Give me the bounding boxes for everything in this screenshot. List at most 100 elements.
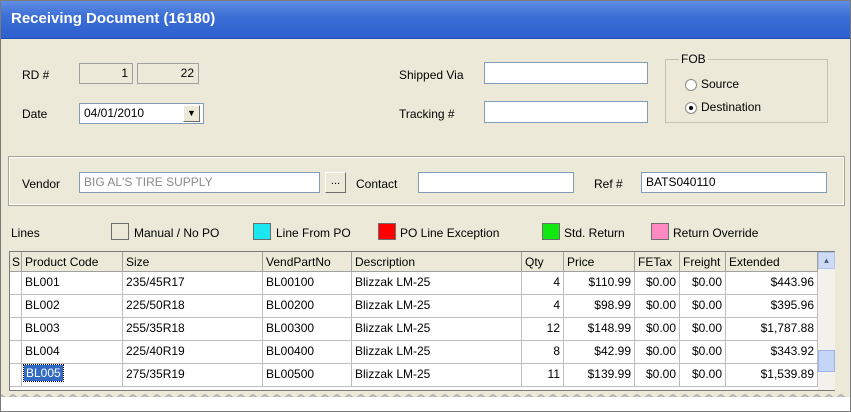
lines-label: Lines xyxy=(11,226,40,240)
col-header-description[interactable]: Description xyxy=(352,252,522,272)
legend-label-manual: Manual / No PO xyxy=(134,226,220,240)
cell-freight[interactable]: $0.00 xyxy=(680,364,726,387)
cell-price[interactable]: $98.99 xyxy=(564,295,635,318)
cell-size[interactable]: 225/40R19 xyxy=(123,341,263,364)
cell-qty[interactable]: 4 xyxy=(522,295,564,318)
cell-freight[interactable]: $0.00 xyxy=(680,318,726,341)
legend-swatch-line-from-po xyxy=(253,223,271,240)
destination-radio[interactable] xyxy=(685,102,697,114)
cell-extended[interactable]: $1,787.88 xyxy=(726,318,818,341)
destination-label: Destination xyxy=(701,100,762,114)
cell-price[interactable]: $139.99 xyxy=(564,364,635,387)
cell-description[interactable]: Blizzak LM-25 xyxy=(352,295,522,318)
cell-qty[interactable]: 12 xyxy=(522,318,564,341)
cell-freight[interactable]: $0.00 xyxy=(680,341,726,364)
cell-vendpartno[interactable]: BL00100 xyxy=(263,272,352,295)
cell-s[interactable] xyxy=(10,272,22,295)
scroll-up-arrow-icon[interactable]: ▲ xyxy=(818,252,835,269)
rd-number-field: 1 xyxy=(79,63,133,84)
source-label: Source xyxy=(701,77,740,91)
legend-swatch-manual xyxy=(111,223,129,240)
vertical-scrollbar[interactable]: ▲ xyxy=(818,252,835,390)
cell-fetax[interactable]: $0.00 xyxy=(635,364,680,387)
cell-fetax[interactable]: $0.00 xyxy=(635,341,680,364)
tracking-field[interactable] xyxy=(484,101,648,123)
window-title: Receiving Document (16180) xyxy=(11,10,216,27)
col-header-s[interactable]: S xyxy=(10,252,22,272)
shipped-via-field[interactable] xyxy=(484,62,648,84)
cell-size[interactable]: 255/35R18 xyxy=(123,318,263,341)
col-header-size[interactable]: Size xyxy=(123,252,263,272)
vendor-field[interactable]: BIG AL'S TIRE SUPPLY xyxy=(79,172,320,193)
col-header-fetax[interactable]: FETax xyxy=(635,252,680,272)
legend-swatch-std-return xyxy=(542,223,560,240)
date-label: Date xyxy=(22,107,48,121)
cell-extended[interactable]: $443.96 xyxy=(726,272,818,295)
cell-s[interactable] xyxy=(10,318,22,341)
cell-size[interactable]: 275/35R19 xyxy=(123,364,263,387)
legend-swatch-return-override xyxy=(651,223,669,240)
ref-label: Ref # xyxy=(594,177,623,191)
cell-product-code[interactable]: BL001 xyxy=(22,272,123,295)
cell-product-code[interactable]: BL003 xyxy=(22,318,123,341)
cell-product-code[interactable]: BL005 xyxy=(22,364,123,387)
col-header-extended[interactable]: Extended xyxy=(726,252,818,272)
cell-product-code[interactable]: BL002 xyxy=(22,295,123,318)
cell-product-code[interactable]: BL004 xyxy=(22,341,123,364)
fob-label: FOB xyxy=(679,52,708,66)
col-header-vendpartno[interactable]: VendPartNo xyxy=(263,252,352,272)
tracking-label: Tracking # xyxy=(399,107,455,121)
chevron-down-icon[interactable]: ▼ xyxy=(183,105,200,122)
page-bottom xyxy=(1,397,850,411)
cell-description[interactable]: Blizzak LM-25 xyxy=(352,364,522,387)
scroll-thumb[interactable] xyxy=(818,350,835,372)
cell-price[interactable]: $148.99 xyxy=(564,318,635,341)
cell-extended[interactable]: $343.92 xyxy=(726,341,818,364)
cell-fetax[interactable]: $0.00 xyxy=(635,295,680,318)
vendor-browse-button[interactable]: ... xyxy=(325,172,346,193)
cell-vendpartno[interactable]: BL00200 xyxy=(263,295,352,318)
legend-label-return-override: Return Override xyxy=(673,226,759,240)
cell-size[interactable]: 235/45R17 xyxy=(123,272,263,295)
cell-description[interactable]: Blizzak LM-25 xyxy=(352,272,522,295)
cell-freight[interactable]: $0.00 xyxy=(680,295,726,318)
cell-freight[interactable]: $0.00 xyxy=(680,272,726,295)
cell-qty[interactable]: 4 xyxy=(522,272,564,295)
lines-grid: S Product Code Size VendPartNo Descripti… xyxy=(9,251,835,391)
cell-s[interactable] xyxy=(10,364,22,387)
legend-label-line-from-po: Line From PO xyxy=(276,226,351,240)
cell-price[interactable]: $42.99 xyxy=(564,341,635,364)
cell-s[interactable] xyxy=(10,295,22,318)
cell-s[interactable] xyxy=(10,341,22,364)
rd-sequence-field: 22 xyxy=(137,63,199,84)
legend-label-po-exception: PO Line Exception xyxy=(400,226,500,240)
source-radio[interactable] xyxy=(685,79,697,91)
col-header-qty[interactable]: Qty xyxy=(522,252,564,272)
ref-field[interactable]: BATS040110 xyxy=(641,172,827,193)
cell-size[interactable]: 225/50R18 xyxy=(123,295,263,318)
cell-vendpartno[interactable]: BL00400 xyxy=(263,341,352,364)
cell-extended[interactable]: $395.96 xyxy=(726,295,818,318)
legend-label-std-return: Std. Return xyxy=(564,226,625,240)
col-header-price[interactable]: Price xyxy=(564,252,635,272)
contact-field[interactable] xyxy=(418,172,574,193)
rd-label: RD # xyxy=(22,68,50,82)
col-header-freight[interactable]: Freight xyxy=(680,252,726,272)
col-header-product-code[interactable]: Product Code xyxy=(22,252,123,272)
contact-label: Contact xyxy=(356,177,398,191)
cell-price[interactable]: $110.99 xyxy=(564,272,635,295)
receiving-document-window: Receiving Document (16180) RD # 1 22 Dat… xyxy=(0,0,851,412)
cell-extended[interactable]: $1,539.89 xyxy=(726,364,818,387)
selected-cell-text[interactable]: BL005 xyxy=(23,364,64,382)
cell-vendpartno[interactable]: BL00300 xyxy=(263,318,352,341)
cell-qty[interactable]: 11 xyxy=(522,364,564,387)
cell-fetax[interactable]: $0.00 xyxy=(635,318,680,341)
cell-description[interactable]: Blizzak LM-25 xyxy=(352,341,522,364)
legend-swatch-po-exception xyxy=(378,223,396,240)
cell-vendpartno[interactable]: BL00500 xyxy=(263,364,352,387)
cell-qty[interactable]: 8 xyxy=(522,341,564,364)
vendor-label: Vendor xyxy=(22,177,61,191)
cell-description[interactable]: Blizzak LM-25 xyxy=(352,318,522,341)
cell-fetax[interactable]: $0.00 xyxy=(635,272,680,295)
title-bar: Receiving Document (16180) xyxy=(1,1,850,39)
